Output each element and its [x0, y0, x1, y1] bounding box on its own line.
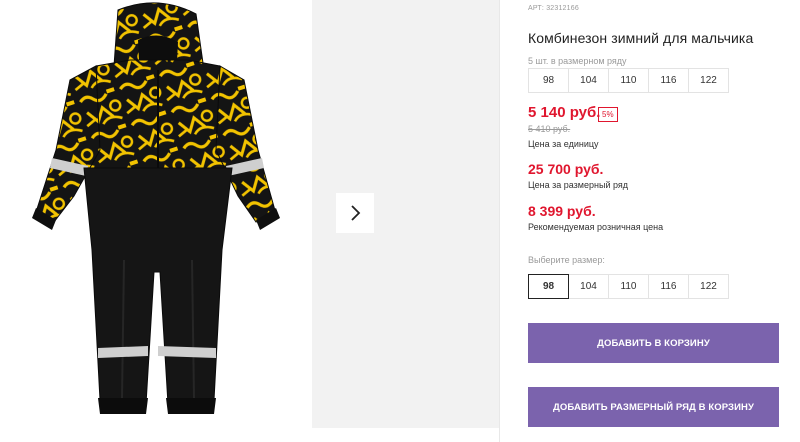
pack-size-row: 98 104 110 116 122	[528, 68, 729, 93]
product-page: АРТ: 32312166 Комбинезон зимний для маль…	[0, 0, 800, 442]
column-divider	[499, 0, 500, 442]
size-option-98[interactable]: 98	[528, 274, 569, 299]
pack-size: 104	[568, 68, 609, 93]
snowsuit-image	[32, 2, 280, 414]
product-main-photo[interactable]	[0, 0, 312, 428]
chevron-right-icon	[351, 205, 361, 221]
pack-size: 116	[648, 68, 689, 93]
article-number: АРТ: 32312166	[528, 5, 579, 12]
pack-size: 122	[688, 68, 729, 93]
gallery-next-button[interactable]	[336, 193, 374, 233]
unit-price: 5 140 руб.	[528, 104, 601, 121]
size-option-122[interactable]: 122	[688, 274, 729, 299]
discount-badge: 5%	[598, 107, 618, 122]
size-picker: 98 104 110 116 122	[528, 274, 729, 299]
old-price: 5 410 руб.	[528, 124, 571, 134]
pack-size: 110	[608, 68, 649, 93]
rrp-price-caption: Рекомендуемая розничная цена	[528, 222, 664, 232]
row-price-caption: Цена за размерный ряд	[528, 180, 629, 190]
size-option-110[interactable]: 110	[608, 274, 649, 299]
unit-price-caption: Цена за единицу	[528, 139, 599, 149]
add-size-row-to-cart-button[interactable]: ДОБАВИТЬ РАЗМЕРНЫЙ РЯД В КОРЗИНУ	[528, 387, 779, 427]
rrp-price: 8 399 руб.	[528, 203, 596, 219]
size-option-104[interactable]: 104	[568, 274, 609, 299]
size-option-116[interactable]: 116	[648, 274, 689, 299]
add-to-cart-button[interactable]: ДОБАВИТЬ В КОРЗИНУ	[528, 323, 779, 363]
pack-size: 98	[528, 68, 569, 93]
row-price: 25 700 руб.	[528, 161, 604, 177]
product-title: Комбинезон зимний для мальчика	[528, 30, 754, 46]
pack-label: 5 шт. в размерном ряду	[528, 56, 627, 66]
choose-size-label: Выберите размер:	[528, 255, 605, 265]
